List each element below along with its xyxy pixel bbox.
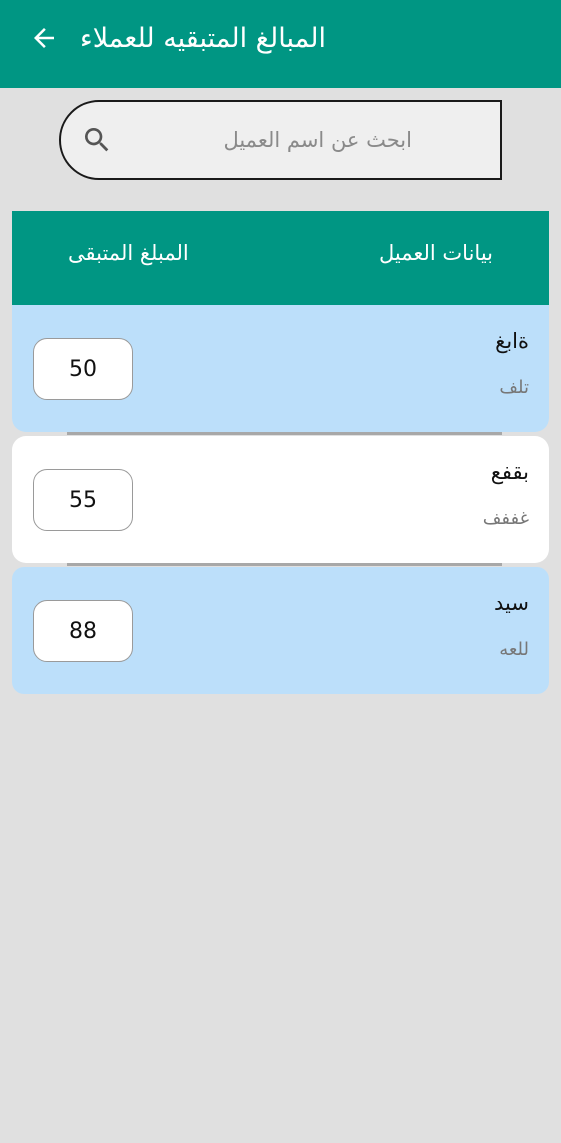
back-button[interactable]	[22, 16, 66, 60]
app-bar: المبالغ المتبقيه للعملاء	[0, 0, 561, 88]
header-remaining-amount: المبلغ المتبقى	[68, 241, 189, 265]
table-row[interactable]: سيد للعه 88	[12, 567, 549, 694]
table-row[interactable]: بقفع غففف 55	[12, 436, 549, 563]
row-divider	[67, 563, 502, 566]
table-header: بيانات العميل المبلغ المتبقى	[12, 211, 549, 305]
amount-box: 88	[33, 600, 133, 662]
client-name: سيد	[494, 591, 529, 615]
table-row[interactable]: ةابغ تلف 50	[12, 305, 549, 432]
client-note: غففف	[482, 508, 529, 529]
amount-box: 55	[33, 469, 133, 531]
client-name: بقفع	[490, 460, 529, 484]
header-client-data: بيانات العميل	[378, 241, 493, 265]
search-icon[interactable]	[81, 124, 113, 156]
client-note: تلف	[499, 377, 529, 398]
search-input[interactable]	[131, 120, 412, 160]
amount-box: 50	[33, 338, 133, 400]
client-note: للعه	[499, 639, 529, 660]
row-divider	[67, 432, 502, 435]
page-title: المبالغ المتبقيه للعملاء	[80, 22, 326, 54]
client-name: ةابغ	[495, 329, 529, 353]
arrow-left-icon	[34, 28, 54, 48]
search-box[interactable]	[59, 100, 502, 180]
